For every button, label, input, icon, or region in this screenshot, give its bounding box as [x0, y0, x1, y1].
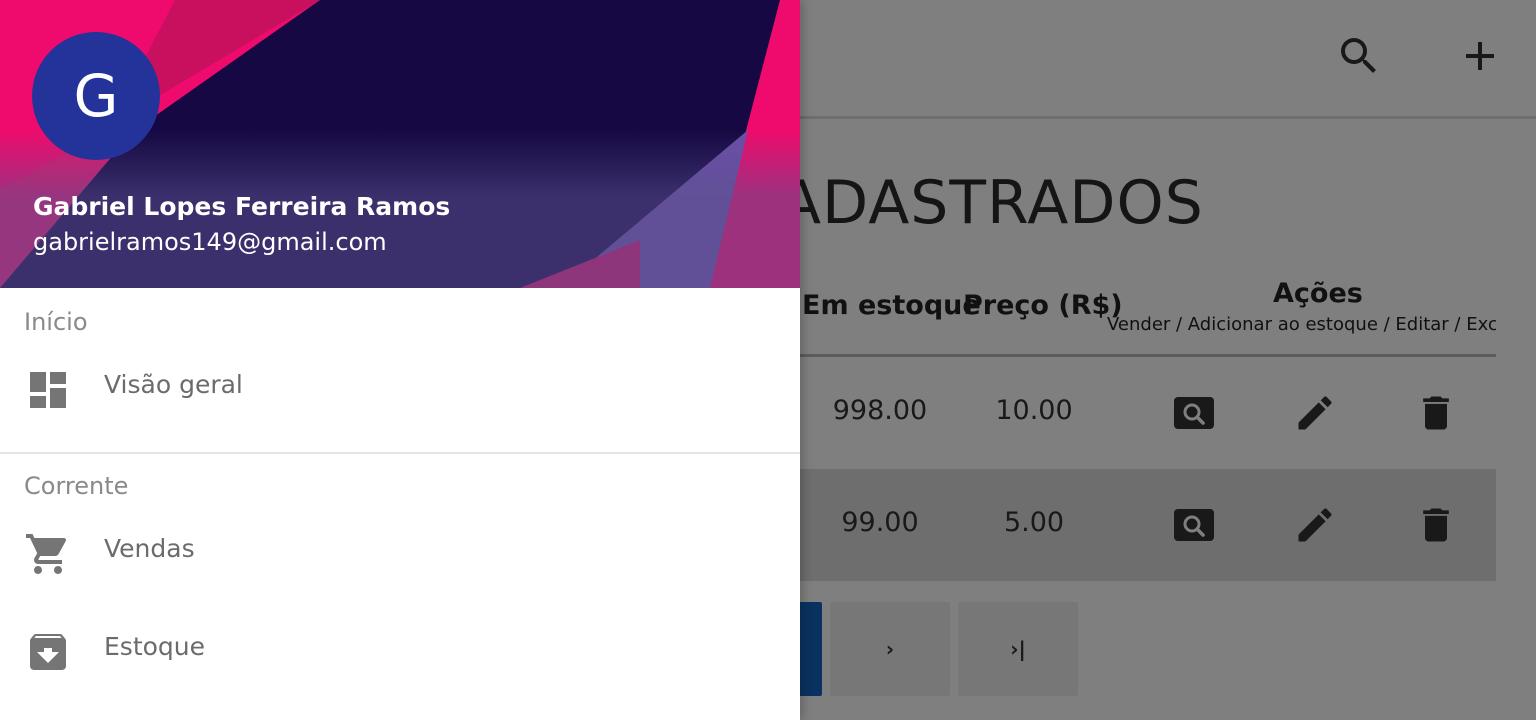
nav-item-label: Vendas [104, 534, 195, 563]
nav-item-label: Estoque [104, 632, 206, 661]
nav-item-vendas[interactable]: Vendas [0, 510, 800, 590]
nav-item-visao-geral[interactable]: Visão geral [0, 346, 800, 426]
nav-item-label: Visão geral [104, 370, 243, 399]
user-name: Gabriel Lopes Ferreira Ramos [33, 192, 451, 221]
navigation-drawer: G Gabriel Lopes Ferreira Ramos gabrielra… [0, 0, 800, 720]
archive-icon [24, 628, 72, 676]
drawer-header: G Gabriel Lopes Ferreira Ramos gabrielra… [0, 0, 800, 288]
section-header-inicio: Início [24, 308, 88, 336]
nav-item-estoque[interactable]: Estoque [0, 608, 800, 688]
divider [0, 452, 800, 454]
shopping-cart-icon [24, 530, 72, 578]
dashboard-icon [24, 366, 72, 414]
avatar[interactable]: G [32, 32, 160, 160]
section-header-corrente: Corrente [24, 472, 129, 500]
user-email: gabrielramos149@gmail.com [33, 228, 387, 256]
